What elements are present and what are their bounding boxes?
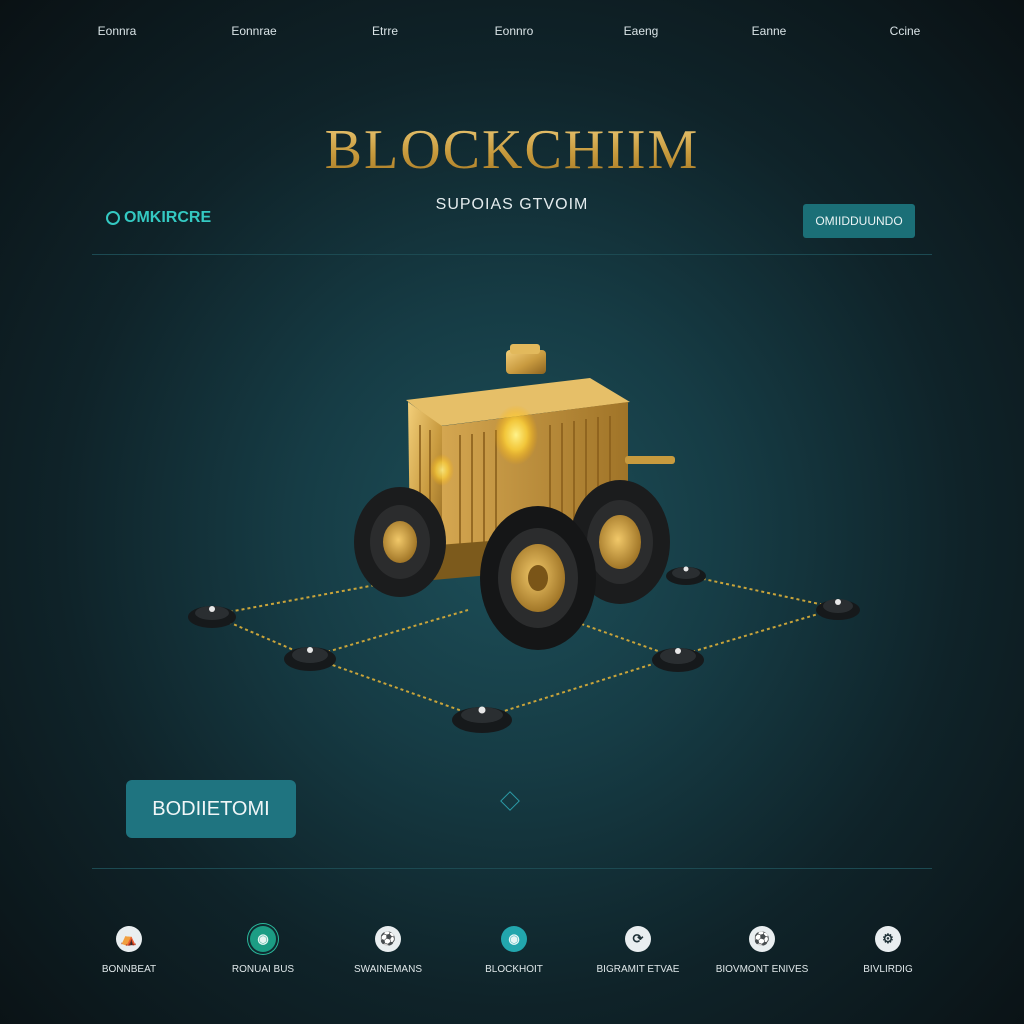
mining-truck-illustration <box>188 344 860 733</box>
feature-label: SWAINEMANS <box>354 964 422 975</box>
feature-item-3[interactable]: ⚽ SWAINEMANS <box>323 926 453 975</box>
brand-label: OMKIRCRE <box>124 209 212 226</box>
nav-item-4[interactable]: Eonnro <box>495 24 534 38</box>
nav-item-1[interactable]: Eonnra <box>98 24 137 38</box>
page-title: BLOCKCHIIM <box>0 118 1024 182</box>
feature-item-5[interactable]: ⟳ BIGRAMIT ETVAE <box>573 926 703 975</box>
brand-logo[interactable]: OMKIRCRE <box>106 209 211 227</box>
brand-ring-icon <box>106 211 120 225</box>
footer-divider <box>92 868 932 869</box>
feature-label: BLOCKHOIT <box>485 964 543 975</box>
feature-label: BIVLIRDIG <box>863 964 913 975</box>
header-divider <box>92 254 932 255</box>
feature-label: BIOVMONT ENIVES <box>715 964 809 975</box>
soccer-ball-icon: ⚽ <box>749 926 775 952</box>
nav-item-3[interactable]: Etrre <box>372 24 398 38</box>
soccer-ball-icon: ⚽ <box>375 926 401 952</box>
feature-item-6[interactable]: ⚽ BIOVMONT ENIVES <box>697 926 827 975</box>
feature-label: RONUAI BUS <box>231 964 295 975</box>
feature-item-7[interactable]: ⚙ BIVLIRDIG <box>823 926 953 975</box>
primary-cta-button[interactable]: BODIIETOMI <box>126 780 296 838</box>
nav-item-7[interactable]: Ccine <box>890 24 921 38</box>
running-figure-icon: ⛺ <box>116 926 142 952</box>
nav-item-6[interactable]: Eanne <box>752 24 787 38</box>
nav-item-2[interactable]: Eonnrae <box>231 24 276 38</box>
feature-item-2[interactable]: ◉ RONUAI BUS <box>198 926 328 975</box>
gear-icon: ⚙ <box>875 926 901 952</box>
globe-icon: ◉ <box>250 926 276 952</box>
nav-item-5[interactable]: Eaeng <box>624 24 659 38</box>
feature-label: BIGRAMIT ETVAE <box>596 964 680 975</box>
feature-item-1[interactable]: ⛺ BONNBEAT <box>64 926 194 975</box>
feature-item-4[interactable]: ◉ BLOCKHOIT <box>449 926 579 975</box>
feature-label: BONNBEAT <box>101 964 157 975</box>
cycle-icon: ⟳ <box>625 926 651 952</box>
globe-icon: ◉ <box>501 926 527 952</box>
header-action-button[interactable]: OMIIDDUUNDO <box>803 204 915 238</box>
scroll-down-icon[interactable] <box>500 791 520 811</box>
